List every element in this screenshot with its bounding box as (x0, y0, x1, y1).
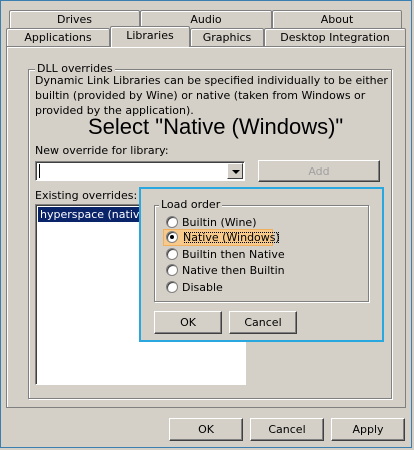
tab-libraries-label: Libraries (126, 29, 174, 42)
tab-graphics[interactable]: Graphics (190, 28, 264, 46)
tab-about-label: About (320, 13, 354, 26)
radio-builtin-then-native-label: Builtin then Native (182, 248, 285, 261)
ok-button[interactable]: OK (169, 418, 243, 441)
radio-native-then-builtin-label: Native then Builtin (182, 264, 285, 277)
tab-about[interactable]: About (272, 10, 402, 28)
radio-disable-label: Disable (182, 281, 223, 294)
tab-applications[interactable]: Applications (6, 28, 110, 46)
dll-description: Dynamic Link Libraries can be specified … (35, 74, 388, 117)
load-order-title: Load order (159, 198, 223, 211)
ok-button-label: OK (198, 423, 214, 436)
radio-button[interactable] (166, 248, 178, 260)
tab-drives-label: Drives (56, 13, 93, 26)
radio-native-windows-label: Native (Windows) (183, 231, 280, 244)
text-caret (39, 164, 40, 178)
tab-desktop-integration-label: Desktop Integration (280, 31, 390, 44)
tab-desktop-integration[interactable]: Desktop Integration (264, 28, 406, 46)
radio-button[interactable] (166, 264, 178, 276)
load-order-cancel-label: Cancel (244, 316, 282, 329)
tab-libraries[interactable]: Libraries (110, 26, 190, 47)
instruction-text: Select "Native (Windows)" (88, 114, 344, 139)
radio-button[interactable] (166, 231, 178, 243)
apply-button[interactable]: Apply (331, 418, 405, 441)
tab-graphics-label: Graphics (202, 31, 252, 44)
load-order-cancel-button[interactable]: Cancel (229, 311, 297, 334)
radio-builtin-wine-label: Builtin (Wine) (182, 216, 257, 229)
tab-audio-label: Audio (190, 13, 222, 26)
tab-applications-label: Applications (24, 31, 92, 44)
radio-button[interactable] (166, 216, 178, 228)
cancel-button-label: Cancel (268, 423, 306, 436)
existing-overrides-label: Existing overrides: (35, 189, 138, 202)
apply-button-label: Apply (352, 423, 384, 436)
cancel-button[interactable]: Cancel (250, 418, 324, 441)
load-order-ok-button[interactable]: OK (154, 311, 222, 334)
load-order-dialog: Load order Builtin (Wine) Native (Window… (139, 187, 384, 342)
add-button[interactable]: Add (258, 160, 380, 182)
chevron-down-icon[interactable] (227, 163, 243, 179)
load-order-ok-label: OK (180, 316, 196, 329)
new-override-label: New override for library: (35, 144, 169, 157)
new-override-combo[interactable] (35, 161, 245, 181)
radio-button[interactable] (166, 281, 178, 293)
add-button-label: Add (308, 165, 330, 178)
